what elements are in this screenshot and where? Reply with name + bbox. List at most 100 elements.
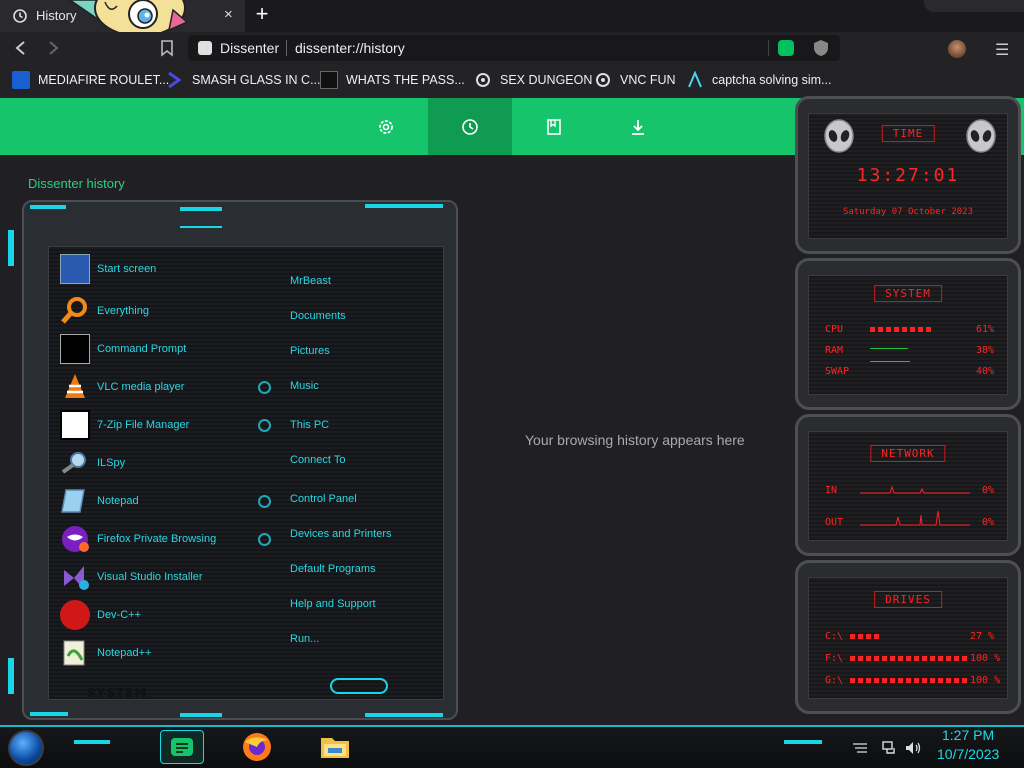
settings-tab[interactable]: [344, 98, 428, 155]
submenu-arrow-icon: [258, 495, 271, 508]
dissenter-extension-icon[interactable]: [778, 40, 794, 56]
frame-accent: [180, 713, 222, 717]
bookmark-item[interactable]: SEX DUNGEON: [474, 71, 592, 89]
taskbar-time[interactable]: 1:27 PM: [942, 727, 994, 743]
bookmark-button[interactable]: [158, 39, 176, 57]
drive-f-value: 100 %: [970, 653, 1001, 664]
empty-history-message: Your browsing history appears here: [525, 432, 745, 448]
app-notepad[interactable]: Notepad: [60, 484, 139, 518]
cmd-icon: [60, 334, 90, 364]
place-this-pc[interactable]: This PC: [290, 419, 329, 431]
app-label: Command Prompt: [97, 343, 187, 355]
new-tab-button[interactable]: +: [250, 3, 274, 27]
bookmark-item[interactable]: VNC FUN: [594, 71, 676, 89]
show-hidden-icons[interactable]: [852, 741, 868, 758]
app-devcpp[interactable]: Dev-C++: [60, 598, 141, 632]
app-7zip[interactable]: 7-Zip File Manager: [60, 408, 189, 442]
menu-icon[interactable]: ☰: [995, 40, 1009, 60]
7zip-icon: [60, 410, 90, 440]
frame-accent: [365, 204, 443, 208]
swap-label: SWAP: [825, 366, 850, 377]
history-tab[interactable]: [428, 98, 512, 155]
app-everything[interactable]: Everything: [60, 294, 149, 328]
bookmark-item[interactable]: captcha solving sim...: [686, 71, 832, 89]
ram-value: 38%: [976, 345, 995, 356]
place-music[interactable]: Music: [290, 380, 319, 392]
network-tray-icon[interactable]: [882, 740, 898, 759]
submenu-arrow-icon: [258, 381, 271, 394]
system-header: SYSTEM: [874, 285, 942, 302]
time-gadget: TIME 13:27:01 Saturday 07 October 2023: [795, 96, 1021, 254]
submenu-arrow-icon: [258, 533, 271, 546]
app-command-prompt[interactable]: Command Prompt: [60, 332, 186, 366]
place-run[interactable]: Run...: [290, 633, 319, 645]
place-mrbeast[interactable]: MrBeast: [290, 275, 331, 287]
address-bar[interactable]: Dissenter dissenter://history: [188, 35, 840, 61]
app-vlc[interactable]: VLC media player: [60, 370, 184, 404]
download-icon: [632, 119, 644, 135]
site-icon: [198, 41, 212, 55]
notepad-icon: [61, 489, 85, 513]
window-controls[interactable]: [924, 0, 1024, 12]
downloads-tab[interactable]: [596, 98, 680, 155]
back-button[interactable]: [12, 39, 30, 57]
mediafire-icon: [12, 71, 30, 89]
frame-accent: [30, 712, 68, 716]
app-label: Visual Studio Installer: [97, 571, 203, 583]
app-label: Dev-C++: [97, 609, 142, 621]
taskbar-firefox[interactable]: [240, 730, 274, 764]
taskbar-file-explorer[interactable]: [318, 730, 352, 764]
bookmark-item[interactable]: WHATS THE PASS...: [320, 71, 465, 89]
drive-c-label: C:\: [825, 631, 844, 642]
taskbar-dissenter[interactable]: [160, 730, 204, 764]
firefox-icon: [243, 733, 271, 761]
network-out-value: 0%: [982, 517, 995, 528]
place-documents[interactable]: Documents: [290, 310, 346, 322]
shield-icon[interactable]: [813, 39, 829, 57]
swap-value: 40%: [976, 366, 995, 377]
drive-g-bar: [850, 678, 968, 683]
speaker-icon: [906, 742, 921, 754]
place-control-panel[interactable]: Control Panel: [290, 493, 357, 505]
forward-button[interactable]: [44, 39, 62, 57]
gadget-date: Saturday 07 October 2023: [842, 207, 974, 217]
alien-head-icon: [966, 119, 996, 153]
close-tab-icon[interactable]: ×: [224, 6, 233, 23]
place-default-programs[interactable]: Default Programs: [290, 563, 376, 575]
volume-tray-icon[interactable]: [904, 740, 922, 759]
network-out-label: OUT: [825, 517, 844, 528]
place-connect-to[interactable]: Connect To: [290, 454, 345, 466]
bookmark-item[interactable]: SMASH GLASS IN C...: [166, 71, 321, 89]
firefox-private-icon: [62, 526, 89, 552]
start-button[interactable]: [8, 730, 44, 766]
bookmark-label: WHATS THE PASS...: [346, 73, 465, 87]
drives-header: DRIVES: [874, 591, 942, 608]
app-start-screen[interactable]: Start screen: [60, 252, 156, 286]
place-pictures[interactable]: Pictures: [290, 345, 330, 357]
forward-arrow-icon: [49, 41, 59, 55]
terminal-icon: [320, 71, 338, 89]
network-gadget: NETWORK IN 0% OUT 0%: [795, 414, 1021, 556]
app-label: Firefox Private Browsing: [97, 533, 217, 545]
bookmark-item[interactable]: MEDIAFIRE ROULET...: [12, 71, 169, 89]
back-arrow-icon: [15, 41, 25, 55]
app-vs-installer[interactable]: Visual Studio Installer: [60, 560, 203, 594]
app-label: VLC media player: [97, 381, 185, 393]
history-icon: [13, 9, 27, 23]
bookmarks-tab[interactable]: [512, 98, 596, 155]
swap-bar: [870, 361, 910, 362]
url-text[interactable]: dissenter://history: [295, 40, 405, 56]
profile-avatar[interactable]: [948, 40, 966, 58]
app-notepadpp[interactable]: Notepad++: [60, 636, 151, 670]
app-ilspy[interactable]: ILSpy: [60, 446, 125, 480]
drive-g-value: 100 %: [970, 675, 1001, 686]
taskbar-date[interactable]: 10/7/2023: [937, 746, 999, 762]
network-out-graph: [860, 510, 970, 526]
app-firefox-private[interactable]: Firefox Private Browsing: [60, 522, 216, 556]
frame-accent: [30, 205, 66, 209]
network-header: NETWORK: [870, 445, 946, 462]
place-devices-printers[interactable]: Devices and Printers: [290, 528, 392, 540]
bookmark-label: SEX DUNGEON: [500, 73, 593, 87]
place-help-support[interactable]: Help and Support: [290, 598, 376, 610]
power-arrows-button[interactable]: [330, 678, 388, 694]
